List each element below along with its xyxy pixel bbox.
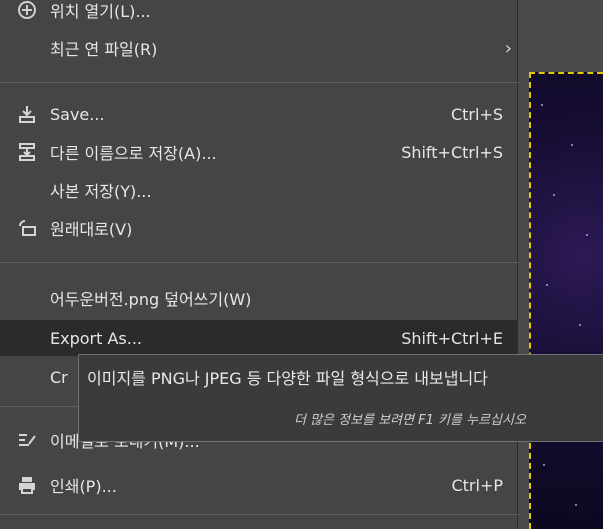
tooltip-help-hint: 더 많은 정보를 보려면 F1 키를 누르십시오 <box>294 413 526 428</box>
menu-item-revert[interactable]: 원래대로(V) <box>0 210 518 246</box>
menu-item-print[interactable]: 인쇄(P)... Ctrl+P <box>0 467 518 503</box>
menu-item-label: Save... <box>50 104 105 124</box>
menu-item-export-as[interactable]: Export As... Shift+Ctrl+E <box>0 320 518 356</box>
menu-item-open-location[interactable]: 위치 열기(L)... <box>0 0 518 28</box>
menu-item-shortcut: Ctrl+S <box>450 104 503 124</box>
star <box>571 144 573 146</box>
menu-item-label: 어두운버전.png 덮어쓰기(W) <box>50 290 252 309</box>
save-icon <box>16 103 38 125</box>
tooltip-description: 이미지를 PNG나 JPEG 등 다양한 파일 형식으로 내보냅니다 <box>87 369 488 388</box>
export-tooltip: 이미지를 PNG나 JPEG 등 다양한 파일 형식으로 내보냅니다 더 많은 … <box>78 354 603 442</box>
save-as-icon <box>16 141 38 163</box>
menu-item-shortcut: Shift+Ctrl+S <box>401 142 503 162</box>
star <box>553 194 555 196</box>
menu-item-shortcut: Ctrl+P <box>451 475 503 495</box>
print-icon <box>16 474 38 496</box>
menu-item-save-copy[interactable]: 사본 저장(Y)... <box>0 172 518 208</box>
menu-item-label: 위치 열기(L)... <box>50 2 151 21</box>
menu-item-label: Cr <box>50 367 68 387</box>
email-edit-icon <box>16 429 38 451</box>
image-canvas[interactable] <box>529 72 603 529</box>
menu-item-save[interactable]: Save... Ctrl+S <box>0 96 518 132</box>
menu-separator <box>0 82 518 83</box>
menu-item-label: Export As... <box>50 328 142 348</box>
menu-separator <box>0 262 518 263</box>
submenu-arrow-icon: › <box>504 37 512 59</box>
star <box>541 104 543 106</box>
menu-item-shortcut: Shift+Ctrl+E <box>401 328 503 348</box>
star <box>543 464 545 466</box>
revert-icon <box>16 217 38 239</box>
star <box>579 324 581 326</box>
app-window: 위치 열기(L)... 최근 연 파일(R) › Save... Ctrl+S … <box>0 0 603 529</box>
menu-item-label: 인쇄(P)... <box>50 477 117 496</box>
star <box>575 504 577 506</box>
file-menu: 위치 열기(L)... 최근 연 파일(R) › Save... Ctrl+S … <box>0 0 518 529</box>
menu-item-label: 원래대로(V) <box>50 220 133 239</box>
menu-item-overwrite[interactable]: 어두운버전.png 덮어쓰기(W) <box>0 280 518 316</box>
menu-item-label: 사본 저장(Y)... <box>50 182 152 201</box>
star <box>586 234 588 236</box>
open-location-icon <box>16 0 38 21</box>
menu-item-save-as[interactable]: 다른 이름으로 저장(A)... Shift+Ctrl+S <box>0 134 518 170</box>
menu-item-recent-files[interactable]: 최근 연 파일(R) › <box>0 30 518 66</box>
menu-item-label: 최근 연 파일(R) <box>50 40 158 59</box>
menu-separator <box>0 514 518 515</box>
menu-item-label: 다른 이름으로 저장(A)... <box>50 144 217 163</box>
star <box>546 284 548 286</box>
